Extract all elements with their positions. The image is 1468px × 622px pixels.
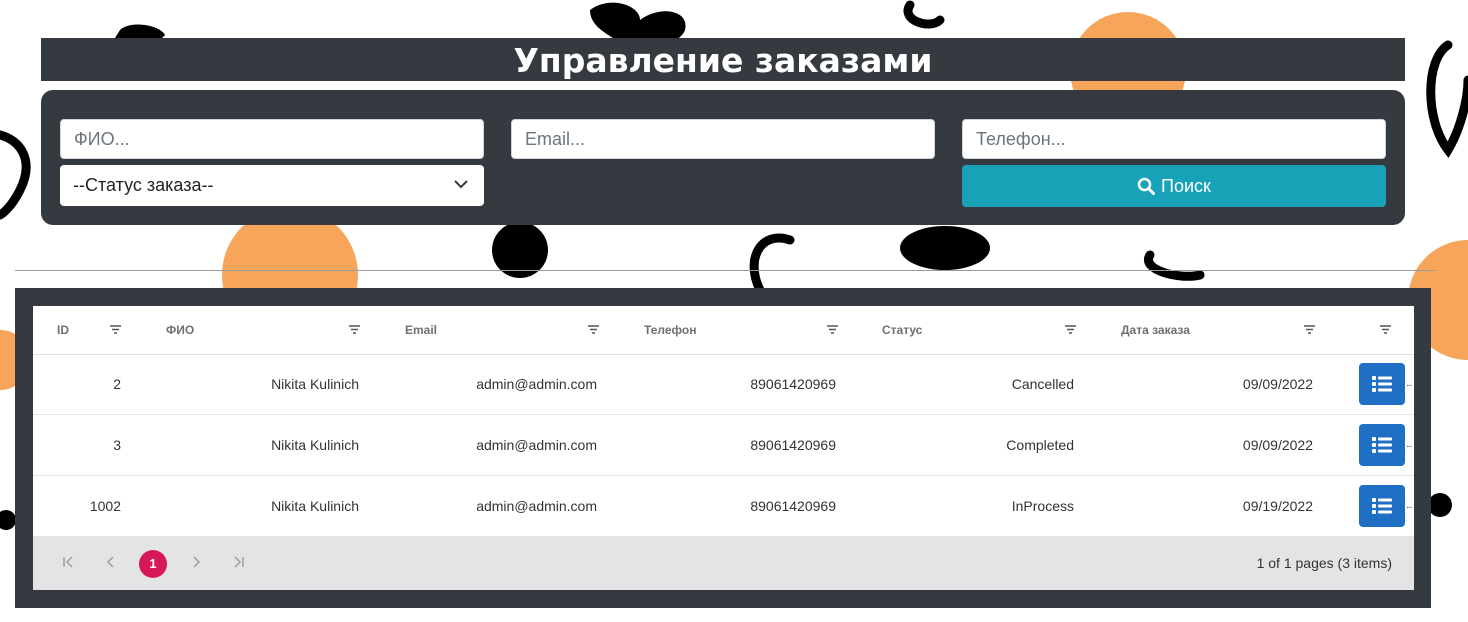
cell-phone: 89061420969	[750, 376, 836, 392]
cell-date: 09/09/2022	[1242, 437, 1313, 453]
search-button[interactable]: Поиск	[962, 165, 1386, 207]
prev-page-icon[interactable]	[99, 551, 123, 575]
column-header-fio[interactable]: ФИО	[166, 306, 366, 354]
column-header-label: Дата заказа	[1121, 323, 1190, 337]
status-select-value: --Статус заказа--	[73, 175, 214, 195]
last-page-icon[interactable]	[227, 551, 251, 575]
overflow-ellipsis: ...	[1406, 439, 1412, 450]
column-header-label: ID	[57, 323, 69, 337]
cell-date: 09/09/2022	[1242, 376, 1313, 392]
filter-icon[interactable]	[827, 325, 838, 334]
cell-phone: 89061420969	[750, 498, 836, 514]
column-header-status[interactable]: Статус	[882, 306, 1082, 354]
column-header-label: Email	[405, 323, 438, 337]
orders-grid-frame: ID ФИО Email Телефон Статус Дата заказа …	[15, 288, 1431, 608]
column-header-date[interactable]: Дата заказа	[1121, 306, 1321, 354]
current-page-button[interactable]: 1	[139, 550, 167, 578]
overflow-ellipsis: ...	[1406, 500, 1412, 511]
cell-date: 09/19/2022	[1242, 498, 1313, 514]
pager-info: 1 of 1 pages (3 items)	[1256, 555, 1392, 571]
filter-icon[interactable]	[1304, 325, 1315, 334]
cell-email: admin@admin.com	[476, 437, 597, 453]
cell-status: Cancelled	[1011, 376, 1074, 392]
column-header-label: Статус	[882, 323, 923, 337]
table-row[interactable]: 3 Nikita Kulinich admin@admin.com 890614…	[33, 415, 1414, 476]
filter-icon[interactable]	[349, 325, 360, 334]
status-select[interactable]: --Статус заказа--	[60, 165, 484, 206]
next-page-icon[interactable]	[184, 551, 208, 575]
cell-status: InProcess	[1011, 498, 1074, 514]
cell-id: 2	[113, 376, 121, 392]
list-icon	[1372, 498, 1392, 514]
order-details-button[interactable]	[1359, 363, 1405, 405]
orders-grid: ID ФИО Email Телефон Статус Дата заказа …	[33, 306, 1414, 590]
cell-email: admin@admin.com	[476, 498, 597, 514]
filter-icon[interactable]	[588, 325, 599, 334]
email-input[interactable]	[511, 119, 935, 159]
column-header-email[interactable]: Email	[405, 306, 605, 354]
cell-fio: Nikita Kulinich	[271, 376, 359, 392]
cell-status: Completed	[1006, 437, 1074, 453]
first-page-icon[interactable]	[56, 551, 80, 575]
cell-fio: Nikita Kulinich	[271, 498, 359, 514]
cell-email: admin@admin.com	[476, 376, 597, 392]
table-row[interactable]: 1002 Nikita Kulinich admin@admin.com 890…	[33, 476, 1414, 537]
search-button-label: Поиск	[1161, 175, 1211, 196]
divider	[15, 270, 1435, 271]
filter-panel: --Статус заказа-- Поиск	[41, 90, 1405, 225]
column-header-label: ФИО	[166, 323, 195, 337]
pager: 1 1 of 1 pages (3 items)	[33, 536, 1414, 590]
column-header-phone[interactable]: Телефон	[644, 306, 844, 354]
list-icon	[1372, 376, 1392, 392]
list-icon	[1372, 437, 1392, 453]
fio-input[interactable]	[60, 119, 484, 159]
search-icon	[1137, 177, 1156, 195]
order-details-button[interactable]	[1359, 485, 1405, 527]
order-details-button[interactable]	[1359, 424, 1405, 466]
column-header-id[interactable]: ID	[57, 306, 123, 354]
grid-header: ID ФИО Email Телефон Статус Дата заказа	[33, 306, 1414, 355]
overflow-ellipsis: ...	[1406, 378, 1412, 389]
cell-phone: 89061420969	[750, 437, 836, 453]
filter-icon[interactable]	[1380, 325, 1391, 334]
phone-input[interactable]	[962, 119, 1386, 159]
column-header-label: Телефон	[644, 323, 697, 337]
cell-id: 3	[113, 437, 121, 453]
cell-id: 1002	[89, 498, 121, 514]
page-title: Управление заказами	[41, 38, 1405, 81]
filter-icon[interactable]	[110, 325, 121, 334]
cell-fio: Nikita Kulinich	[271, 437, 359, 453]
column-header-actions[interactable]	[1373, 306, 1393, 354]
chevron-down-icon	[454, 180, 468, 189]
table-row[interactable]: 2 Nikita Kulinich admin@admin.com 890614…	[33, 354, 1414, 415]
filter-icon[interactable]	[1065, 325, 1076, 334]
